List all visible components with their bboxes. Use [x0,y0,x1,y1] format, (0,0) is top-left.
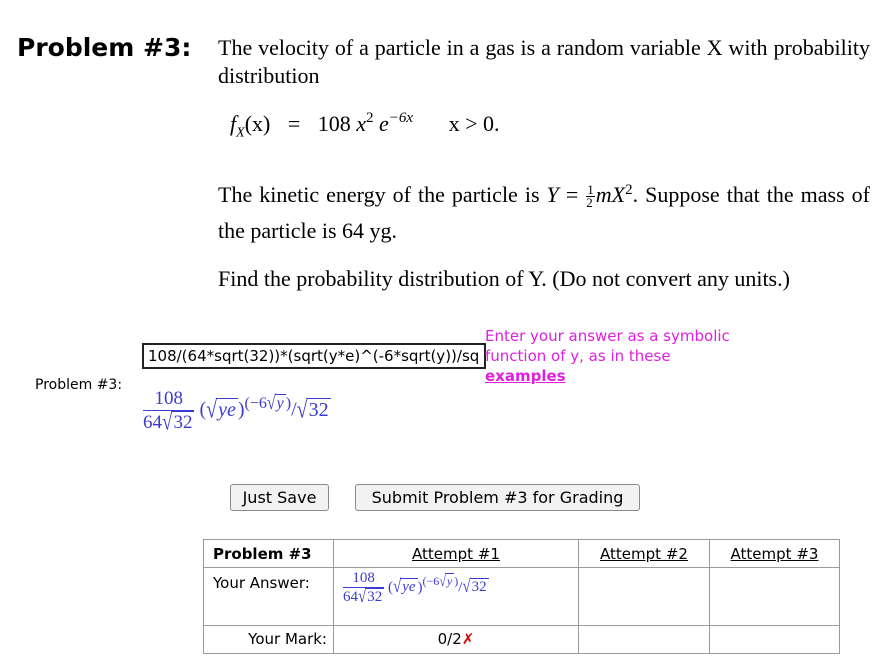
attempt-1-ye: ye [400,578,418,596]
attempt-1-den-rad: 32 [365,588,385,605]
pdf-x: x [356,111,367,136]
preview-rparen: ) [237,398,245,421]
attempt-1-mark: 0/2✗ [333,625,579,654]
pdf-sub: X [236,125,245,141]
your-answer-label: Your Answer: [203,567,334,626]
hint-text: Enter your answer as a symbolic function… [485,327,730,365]
pdf-equation: fX(x) = 108 x2 e−6x x > 0. [230,110,500,141]
ke-y: Y [546,182,559,207]
preview-den-rad: 32 [171,411,195,433]
kinetic-energy-text: The kinetic energy of the particle is Y … [218,177,870,249]
sqrt-icon: √ [162,409,173,436]
ke-eq: = [558,182,586,207]
attempt-1-answer: 108 64√32 (√ye)(−6√y)/√32 [333,567,579,626]
just-save-button[interactable]: Just Save [230,484,329,511]
attempt-3-link[interactable]: Attempt #3 [731,545,819,563]
sqrt-icon: √ [358,586,367,607]
problem-statement: The velocity of a particle in a gas is a… [218,35,870,88]
preview-num: 108 [143,388,195,411]
find-instruction: Find the probability distribution of Y. … [218,266,790,291]
ke-mx: mX [595,182,626,207]
attempt-2-link[interactable]: Attempt #2 [600,545,688,563]
preview-ye: ye [216,397,238,421]
pdf-arg: (x) [244,111,271,136]
ke-part1: The kinetic energy of the particle is [218,182,547,207]
sqrt-icon: √ [462,577,471,598]
attempt-3-mark [709,625,840,654]
ke-half-fraction: 12 [586,183,595,211]
submit-button[interactable]: Submit Problem #3 for Grading [355,484,640,511]
attempt-3-answer [709,567,840,626]
sqrt-icon: √ [266,392,276,414]
attempt-2-answer [578,567,710,626]
preview-exp-open: (−6 [244,394,267,412]
pdf-domain: x > 0. [448,111,500,136]
pdf-pow2: 2 [366,110,374,126]
attempt-1-mark-value: 0/2 [437,630,462,648]
preview-fraction: 108 64√32 [143,388,195,436]
sqrt-icon: √ [206,395,218,424]
attempt-1-exp-open: (−6 [422,574,440,589]
answer-hint: Enter your answer as a symbolic function… [485,326,785,386]
preview-exp-rad: y [274,393,286,412]
attempt-2-mark [578,625,710,654]
problem-heading: Problem #3: [17,33,192,62]
preview-tail-rad: 32 [306,397,331,421]
answer-input[interactable] [142,343,486,369]
preview-lparen: ( [199,398,207,421]
attempts-table: Problem #3 Attempt #1 Attempt #2 Attempt… [203,539,840,654]
pdf-equals: = [287,111,301,136]
preview-den-coef: 64 [143,412,162,433]
sqrt-icon: √ [392,577,402,598]
answer-preview: 108 64√32 (√ye)(−6√y)/√32 [143,388,331,436]
pdf-e: e [379,111,389,136]
attempt-1-num: 108 [343,570,385,588]
sqrt-icon: √ [296,395,308,424]
attempts-table-title: Problem #3 [203,539,334,568]
sqrt-icon: √ [439,572,446,591]
your-mark-label: Your Mark: [203,625,334,654]
ke-half-den: 2 [586,195,593,211]
pdf-coef: 108 [317,111,351,136]
attempt-1-link[interactable]: Attempt #1 [412,545,500,563]
ke-pow2: 2 [625,182,633,198]
cross-icon: ✗ [461,630,475,648]
attempt-1-fraction: 108 64√32 [343,570,385,607]
attempt-1-den-coef: 64 [343,589,358,605]
attempt-1-tail-rad: 32 [469,578,489,596]
examples-link[interactable]: examples [485,367,566,385]
pdf-exp: −6x [388,110,414,126]
answer-side-label: Problem #3: [35,377,123,393]
